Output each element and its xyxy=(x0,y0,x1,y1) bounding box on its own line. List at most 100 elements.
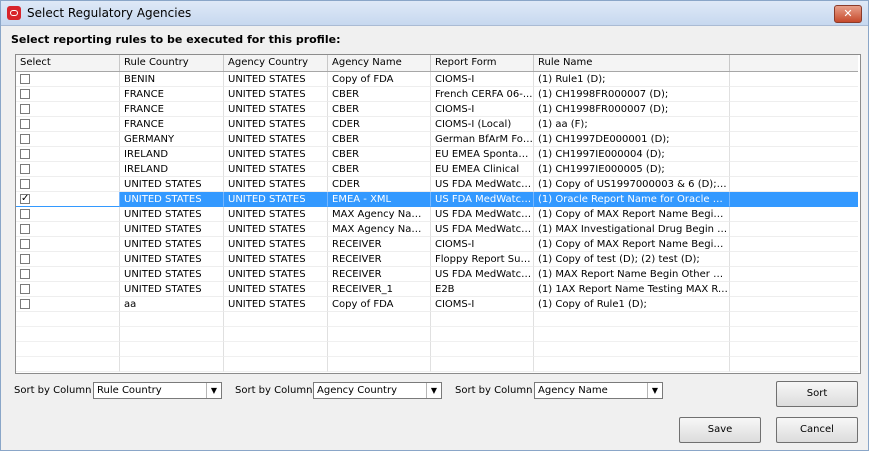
save-button[interactable]: Save xyxy=(679,417,761,443)
report-form-cell: US FDA MedWatch... xyxy=(431,222,534,237)
empty-cell xyxy=(730,267,858,282)
table-row[interactable]: UNITED STATES UNITED STATES MAX Agency Nam… xyxy=(16,207,858,222)
empty-row xyxy=(16,342,858,357)
table-row[interactable]: BENIN UNITED STATES Copy of FDA CIOMS-I (1) … xyxy=(16,72,858,87)
select-cell xyxy=(16,132,120,147)
table-row[interactable]: FRANCE UNITED STATES CBER CIOMS-I (1) CH1998… xyxy=(16,102,858,117)
select-checkbox[interactable] xyxy=(20,269,30,279)
table-row[interactable]: GERMANY UNITED STATES CBER German BfArM For… xyxy=(16,132,858,147)
empty-row xyxy=(16,312,858,327)
table-row[interactable]: FRANCE UNITED STATES CDER CIOMS-I (Local) (1… xyxy=(16,117,858,132)
dropdown-arrow-icon[interactable]: ▼ xyxy=(647,383,662,398)
report-form-cell: E2B xyxy=(431,282,534,297)
empty-cell xyxy=(534,312,730,327)
table-row[interactable]: UNITED STATES UNITED STATES CDER US FDA Med… xyxy=(16,177,858,192)
agency-country-cell: UNITED STATES xyxy=(224,192,328,207)
dropdown-arrow-icon[interactable]: ▼ xyxy=(426,383,441,398)
table-row[interactable]: ✓ UNITED STATES UNITED STATES EMEA - XML US … xyxy=(16,192,858,207)
empty-cell xyxy=(730,357,858,372)
table-row[interactable]: UNITED STATES UNITED STATES RECEIVER Floppy… xyxy=(16,252,858,267)
empty-cell xyxy=(120,312,224,327)
empty-cell xyxy=(328,327,431,342)
select-cell xyxy=(16,147,120,162)
table-row[interactable]: aa UNITED STATES Copy of FDA CIOMS-I (1) Cop… xyxy=(16,297,858,312)
select-cell xyxy=(16,117,120,132)
column-header-select[interactable]: Select xyxy=(16,55,120,71)
empty-cell xyxy=(534,342,730,357)
rule-country-cell: UNITED STATES xyxy=(120,282,224,297)
empty-cell xyxy=(431,357,534,372)
table-header: Select Rule Country Agency Country Agenc… xyxy=(16,55,858,72)
table-row[interactable]: IRELAND UNITED STATES CBER EU EMEA Spontan.… xyxy=(16,147,858,162)
select-cell xyxy=(16,237,120,252)
rule-name-cell: (1) Copy of MAX Report Name Begin Oth... xyxy=(534,237,730,252)
select-checkbox[interactable] xyxy=(20,134,30,144)
empty-cell xyxy=(730,117,858,132)
dialog-window: Select Regulatory Agencies ✕ Select repo… xyxy=(0,0,869,451)
rule-country-cell: UNITED STATES xyxy=(120,222,224,237)
select-checkbox[interactable] xyxy=(20,119,30,129)
empty-cell xyxy=(224,342,328,357)
select-cell xyxy=(16,222,120,237)
table-row[interactable]: UNITED STATES UNITED STATES MAX Agency Nam… xyxy=(16,222,858,237)
cancel-button[interactable]: Cancel xyxy=(776,417,858,443)
empty-cell xyxy=(16,342,120,357)
agency-country-cell: UNITED STATES xyxy=(224,132,328,147)
select-cell: ✓ xyxy=(16,192,120,207)
select-checkbox[interactable] xyxy=(20,224,30,234)
select-checkbox[interactable] xyxy=(20,104,30,114)
agency-country-cell: UNITED STATES xyxy=(224,267,328,282)
close-button[interactable]: ✕ xyxy=(834,5,862,23)
sort-col3-select[interactable]: Agency Name ▼ xyxy=(534,382,663,399)
sort-col1-select[interactable]: Rule Country ▼ xyxy=(93,382,222,399)
select-cell xyxy=(16,87,120,102)
column-header-rule-country[interactable]: Rule Country xyxy=(120,55,224,71)
empty-cell xyxy=(730,87,858,102)
select-cell xyxy=(16,162,120,177)
select-cell xyxy=(16,207,120,222)
column-header-empty xyxy=(730,55,858,71)
rules-table: Select Rule Country Agency Country Agenc… xyxy=(15,54,861,374)
select-checkbox[interactable] xyxy=(20,74,30,84)
column-header-report-form[interactable]: Report Form xyxy=(431,55,534,71)
empty-cell xyxy=(224,327,328,342)
sort-button[interactable]: Sort xyxy=(776,381,858,407)
table-row[interactable]: UNITED STATES UNITED STATES RECEIVER US FDA… xyxy=(16,267,858,282)
select-checkbox[interactable] xyxy=(20,299,30,309)
sort-col2-select[interactable]: Agency Country ▼ xyxy=(313,382,442,399)
table-row[interactable]: IRELAND UNITED STATES CBER EU EMEA Clinical… xyxy=(16,162,858,177)
select-checkbox[interactable]: ✓ xyxy=(20,194,30,204)
select-checkbox[interactable] xyxy=(20,179,30,189)
agency-country-cell: UNITED STATES xyxy=(224,282,328,297)
table-row[interactable]: FRANCE UNITED STATES CBER French CERFA 06-.… xyxy=(16,87,858,102)
instruction-label: Select reporting rules to be executed fo… xyxy=(11,33,341,46)
rule-name-cell: (1) Rule1 (D); xyxy=(534,72,730,87)
empty-cell xyxy=(730,102,858,117)
select-checkbox[interactable] xyxy=(20,209,30,219)
rule-country-cell: UNITED STATES xyxy=(120,207,224,222)
agency-name-cell: RECEIVER xyxy=(328,237,431,252)
table-row[interactable]: UNITED STATES UNITED STATES RECEIVER_1 E2B(… xyxy=(16,282,858,297)
select-checkbox[interactable] xyxy=(20,239,30,249)
column-header-agency-country[interactable]: Agency Country xyxy=(224,55,328,71)
column-header-rule-name[interactable]: Rule Name xyxy=(534,55,730,71)
report-form-cell: CIOMS-I (Local) xyxy=(431,117,534,132)
empty-cell xyxy=(730,237,858,252)
agency-name-cell: RECEIVER_1 xyxy=(328,282,431,297)
select-checkbox[interactable] xyxy=(20,149,30,159)
report-form-cell: CIOMS-I xyxy=(431,237,534,252)
empty-cell xyxy=(534,357,730,372)
dropdown-arrow-icon[interactable]: ▼ xyxy=(206,383,221,398)
agency-country-cell: UNITED STATES xyxy=(224,177,328,192)
select-checkbox[interactable] xyxy=(20,284,30,294)
sort-controls: Sort by Column 1: Rule Country ▼ Sort by… xyxy=(1,382,870,400)
rule-country-cell: aa xyxy=(120,297,224,312)
table-row[interactable]: UNITED STATES UNITED STATES RECEIVER CIOMS-… xyxy=(16,237,858,252)
select-checkbox[interactable] xyxy=(20,164,30,174)
column-header-agency-name[interactable]: Agency Name xyxy=(328,55,431,71)
select-checkbox[interactable] xyxy=(20,89,30,99)
agency-country-cell: UNITED STATES xyxy=(224,72,328,87)
empty-cell xyxy=(16,312,120,327)
select-checkbox[interactable] xyxy=(20,254,30,264)
sort-col1-value: Rule Country xyxy=(97,385,162,396)
